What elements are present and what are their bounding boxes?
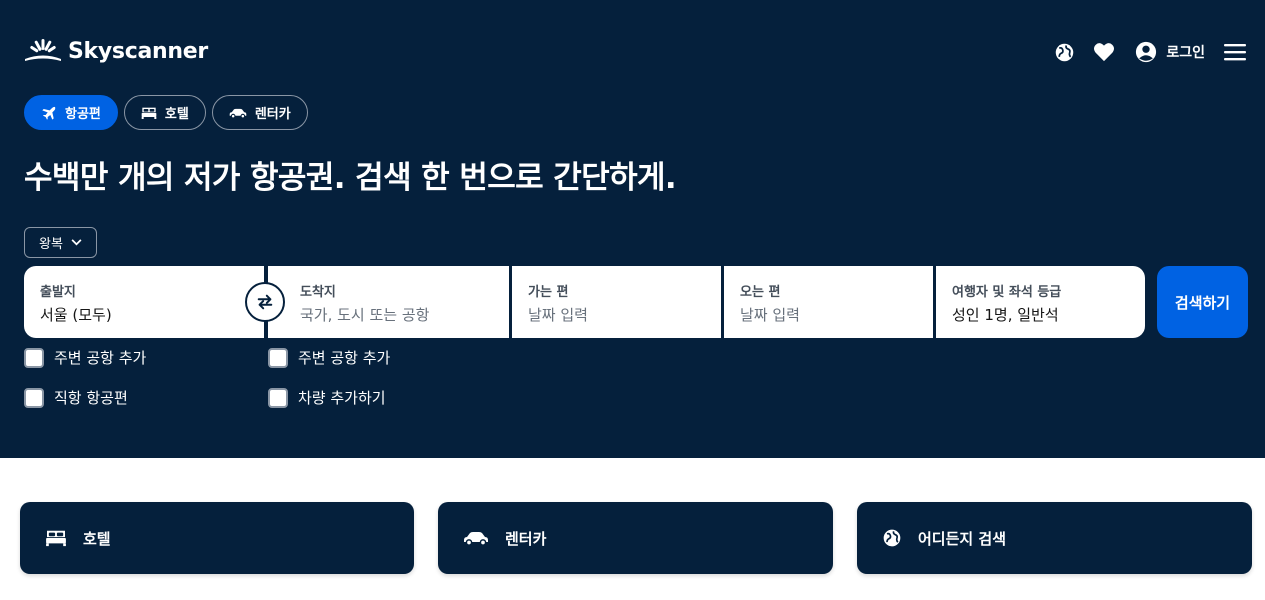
depart-placeholder: 날짜 입력 <box>528 306 588 324</box>
add-car-label: 차량 추가하기 <box>298 389 386 407</box>
destination-label: 도착지 <box>300 285 336 300</box>
login-label: 로그인 <box>1166 45 1205 61</box>
explore-everywhere-card[interactable]: 어디든지 검색 <box>857 502 1252 574</box>
direct-flights-label: 직항 항공편 <box>54 389 128 407</box>
origin-field[interactable]: 출발지 서울 (모두) <box>24 266 264 338</box>
swap-arrows-icon <box>257 294 273 310</box>
hotels-card[interactable]: 호텔 <box>20 502 414 574</box>
bed-icon <box>46 530 66 547</box>
explore-everywhere-label: 어디든지 검색 <box>918 529 1007 548</box>
hotels-card-label: 호텔 <box>83 529 111 548</box>
login-button[interactable]: 로그인 <box>1134 40 1205 64</box>
tab-hotels[interactable]: 호텔 <box>123 95 206 130</box>
trip-type-select[interactable]: 왕복 <box>24 227 97 258</box>
tab-car-rental-label: 렌터카 <box>254 107 291 122</box>
travellers-cabin-field[interactable]: 여행자 및 좌석 등급 성인 1명, 일반석 <box>936 266 1145 338</box>
tab-hotels-label: 호텔 <box>164 107 189 122</box>
checkbox-box[interactable] <box>268 347 288 368</box>
search-button[interactable]: 검색하기 <box>1157 266 1248 338</box>
product-tabs: 항공편 호텔 렌터카 <box>24 95 308 130</box>
car-icon <box>229 108 247 118</box>
swap-origin-destination-button[interactable] <box>245 282 285 322</box>
origin-value: 서울 (모두) <box>40 306 112 324</box>
add-car-checkbox[interactable]: 차량 추가하기 <box>268 387 386 408</box>
trip-type-value: 왕복 <box>39 237 63 252</box>
tab-flights-label: 항공편 <box>65 107 101 122</box>
origin-nearby-label: 주변 공항 추가 <box>54 349 147 367</box>
plane-icon <box>42 106 56 120</box>
skyscanner-logo[interactable]: Skyscanner <box>24 38 208 64</box>
brand-name: Skyscanner <box>68 38 208 64</box>
origin-label: 출발지 <box>40 285 76 300</box>
car-icon <box>464 532 488 546</box>
bed-icon <box>141 107 157 119</box>
direct-flights-checkbox[interactable]: 직항 항공편 <box>24 387 128 408</box>
header-actions: 로그인 <box>1052 40 1247 64</box>
car-rental-card-label: 렌터카 <box>505 529 547 548</box>
destination-nearby-airports-checkbox[interactable]: 주변 공항 추가 <box>268 347 390 368</box>
destination-nearby-label: 주변 공항 추가 <box>298 349 391 367</box>
checkbox-box[interactable] <box>24 387 44 408</box>
depart-label: 가는 편 <box>528 285 569 300</box>
origin-nearby-airports-checkbox[interactable]: 주변 공항 추가 <box>24 347 146 368</box>
menu-icon[interactable] <box>1223 40 1247 64</box>
travellers-value: 성인 1명, 일반석 <box>952 306 1059 324</box>
sunrise-logo-icon <box>25 39 61 61</box>
globe-icon <box>883 529 901 547</box>
chevron-down-icon <box>71 239 82 246</box>
globe-icon[interactable] <box>1052 40 1076 64</box>
return-date-field[interactable]: 오는 편 날짜 입력 <box>724 266 933 338</box>
user-icon <box>1134 40 1158 64</box>
return-placeholder: 날짜 입력 <box>740 306 800 324</box>
return-label: 오는 편 <box>740 285 781 300</box>
page-headline: 수백만 개의 저가 항공권. 검색 한 번으로 간단하게. <box>24 160 677 196</box>
destination-field[interactable]: 도착지 국가, 도시 또는 공항 <box>268 266 509 338</box>
tab-flights[interactable]: 항공편 <box>24 95 118 130</box>
heart-icon[interactable] <box>1092 40 1116 64</box>
car-rental-card[interactable]: 렌터카 <box>438 502 833 574</box>
checkbox-box[interactable] <box>268 387 288 408</box>
checkbox-box[interactable] <box>24 347 44 368</box>
travellers-label: 여행자 및 좌석 등급 <box>952 285 1062 300</box>
tab-car-rental[interactable]: 렌터카 <box>211 95 308 130</box>
destination-placeholder: 국가, 도시 또는 공항 <box>300 306 430 324</box>
depart-date-field[interactable]: 가는 편 날짜 입력 <box>512 266 721 338</box>
flight-search-form: 출발지 서울 (모두) 도착지 국가, 도시 또는 공항 가는 편 날짜 입력 … <box>24 266 1145 338</box>
hero-section: Skyscanner 로그인 항공편 호텔 렌터카 수백만 개의 저가 항공권.… <box>0 0 1265 458</box>
